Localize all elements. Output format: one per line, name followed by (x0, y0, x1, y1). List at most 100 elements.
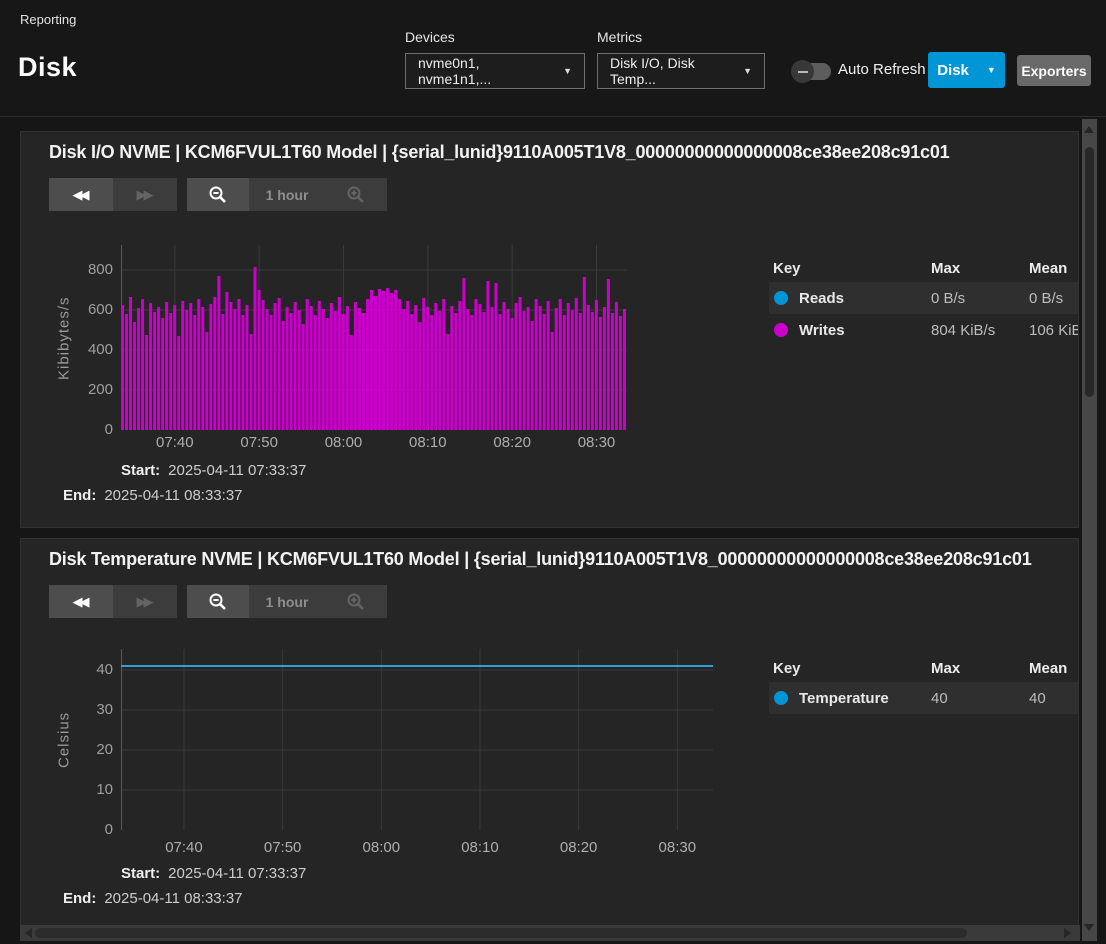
card-disk-io: Disk I/O NVME | KCM6FVUL1T60 Model | {se… (20, 131, 1079, 528)
start-value: 2025-04-11 07:33:37 (168, 462, 306, 479)
legend-max-value: 0 B/s (931, 290, 1029, 307)
legend-row: Temperature4040 (769, 682, 1079, 714)
exporters-button-label: Exporters (1021, 63, 1086, 79)
legend-max-value: 804 KiB/s (931, 322, 1029, 339)
disk-temp-toolbar: ◀◀ ▶▶ 1 hour (49, 585, 387, 618)
metrics-select-value: Disk I/O, Disk Temp... (610, 55, 733, 87)
horizontal-scrollbar[interactable] (20, 925, 1080, 941)
auto-refresh-label: Auto Refresh (838, 61, 926, 78)
vertical-scrollbar-thumb[interactable] (1085, 147, 1094, 397)
y-tick-label: 40 (69, 661, 113, 678)
zoom-out-button[interactable] (187, 178, 249, 211)
magnifier-minus-icon (208, 592, 228, 612)
legend-row: Writes804 KiB/s106 KiB/s (769, 314, 1079, 346)
legend-header-mean: Mean (1029, 260, 1079, 277)
y-tick-label: 0 (69, 421, 113, 438)
start-value: 2025-04-11 07:33:37 (168, 865, 306, 882)
y-tick-label: 600 (69, 301, 113, 318)
series-color-dot (774, 691, 788, 705)
devices-select[interactable]: nvme0n1, nvme1n1,... ▼ (405, 53, 585, 89)
y-tick-label: 800 (69, 261, 113, 278)
time-range-label: 1 hour (249, 178, 325, 211)
x-tick-label: 08:00 (325, 434, 363, 451)
legend-header-max: Max (931, 660, 1029, 677)
legend-series-name: Writes (769, 322, 931, 339)
toggle-knob-icon (791, 60, 814, 83)
x-tick-label: 08:20 (493, 434, 531, 451)
chevron-down-icon: ▼ (987, 65, 996, 75)
chevron-down-icon: ▼ (743, 66, 752, 76)
metrics-select[interactable]: Disk I/O, Disk Temp... ▼ (597, 53, 765, 89)
legend-header-mean: Mean (1029, 660, 1079, 677)
legend-series-name: Temperature (769, 690, 931, 707)
scroll-left-icon[interactable] (25, 928, 32, 938)
scroll-up-icon[interactable] (1084, 126, 1094, 133)
x-tick-label: 08:30 (659, 839, 697, 856)
temp-start-row: Start: 2025-04-11 07:33:37 (121, 865, 306, 882)
start-label: Start: (121, 462, 160, 479)
step-forward-button[interactable]: ▶▶ (113, 178, 177, 211)
x-tick-label: 07:50 (264, 839, 302, 856)
series-color-dot (774, 323, 788, 337)
io-plot (121, 245, 627, 431)
metrics-label: Metrics (597, 29, 642, 45)
legend-header-key: Key (769, 660, 931, 677)
io-end-row: End:2025-04-11 08:33:37 (63, 487, 243, 504)
step-forward-button[interactable]: ▶▶ (113, 585, 177, 618)
zoom-in-button[interactable] (325, 178, 387, 211)
x-tick-label: 08:10 (461, 839, 499, 856)
x-tick-label: 07:40 (165, 839, 203, 856)
vertical-scrollbar[interactable] (1082, 119, 1097, 941)
auto-refresh-toggle[interactable] (793, 63, 831, 80)
disk-menu-button[interactable]: Disk ▼ (928, 52, 1005, 88)
x-tick-label: 08:20 (560, 839, 598, 856)
magnifier-plus-icon (346, 592, 366, 612)
horizontal-scrollbar-thumb[interactable] (35, 928, 967, 938)
y-tick-label: 400 (69, 341, 113, 358)
disk-io-toolbar: ◀◀ ▶▶ 1 hour (49, 178, 387, 211)
zoom-out-button[interactable] (187, 585, 249, 618)
disk-temp-title: Disk Temperature NVME | KCM6FVUL1T60 Mod… (49, 549, 1078, 570)
x-tick-label: 08:30 (578, 434, 616, 451)
temp-plot (121, 649, 713, 830)
legend-series-name: Reads (769, 290, 931, 307)
devices-label: Devices (405, 29, 455, 45)
start-label: Start: (121, 865, 160, 882)
exporters-button[interactable]: Exporters (1017, 55, 1091, 86)
zoom-in-button[interactable] (325, 585, 387, 618)
legend-header-key: Key (769, 260, 931, 277)
step-back-button[interactable]: ◀◀ (49, 585, 113, 618)
step-back-button[interactable]: ◀◀ (49, 178, 113, 211)
breadcrumb[interactable]: Reporting (20, 12, 76, 27)
temp-legend: KeyMaxMeanTemperature4040 (769, 654, 1079, 714)
temp-end-row: End:2025-04-11 08:33:37 (63, 890, 243, 907)
scroll-down-icon[interactable] (1084, 924, 1094, 931)
legend-max-value: 40 (931, 690, 1029, 707)
devices-select-value: nvme0n1, nvme1n1,... (418, 55, 553, 87)
y-tick-label: 30 (69, 701, 113, 718)
disk-menu-button-label: Disk (937, 62, 969, 79)
io-start-row: Start: 2025-04-11 07:33:37 (121, 462, 306, 479)
scroll-right-icon[interactable] (1064, 928, 1071, 938)
end-value: 2025-04-11 08:33:37 (104, 890, 242, 907)
legend-header-max: Max (931, 260, 1029, 277)
disk-io-title: Disk I/O NVME | KCM6FVUL1T60 Model | {se… (49, 142, 1078, 163)
x-tick-label: 08:00 (363, 839, 401, 856)
x-tick-label: 07:40 (156, 434, 194, 451)
top-bar: Reporting Disk Devices nvme0n1, nvme1n1,… (0, 0, 1106, 117)
y-tick-label: 200 (69, 381, 113, 398)
magnifier-minus-icon (208, 185, 228, 205)
x-tick-label: 07:50 (240, 434, 278, 451)
io-legend: KeyMaxMeanReads0 B/s0 B/sWrites804 KiB/s… (769, 254, 1079, 346)
legend-mean-value: 0 B/s (1029, 290, 1079, 307)
x-tick-label: 08:10 (409, 434, 447, 451)
io-bars-group (121, 267, 626, 430)
y-tick-label: 20 (69, 741, 113, 758)
series-color-dot (774, 291, 788, 305)
y-tick-label: 0 (69, 821, 113, 838)
card-disk-temperature: Disk Temperature NVME | KCM6FVUL1T60 Mod… (20, 538, 1079, 928)
page-title: Disk (18, 52, 77, 83)
magnifier-plus-icon (346, 185, 366, 205)
legend-mean-value: 106 KiB/s (1029, 322, 1079, 339)
legend-mean-value: 40 (1029, 690, 1079, 707)
